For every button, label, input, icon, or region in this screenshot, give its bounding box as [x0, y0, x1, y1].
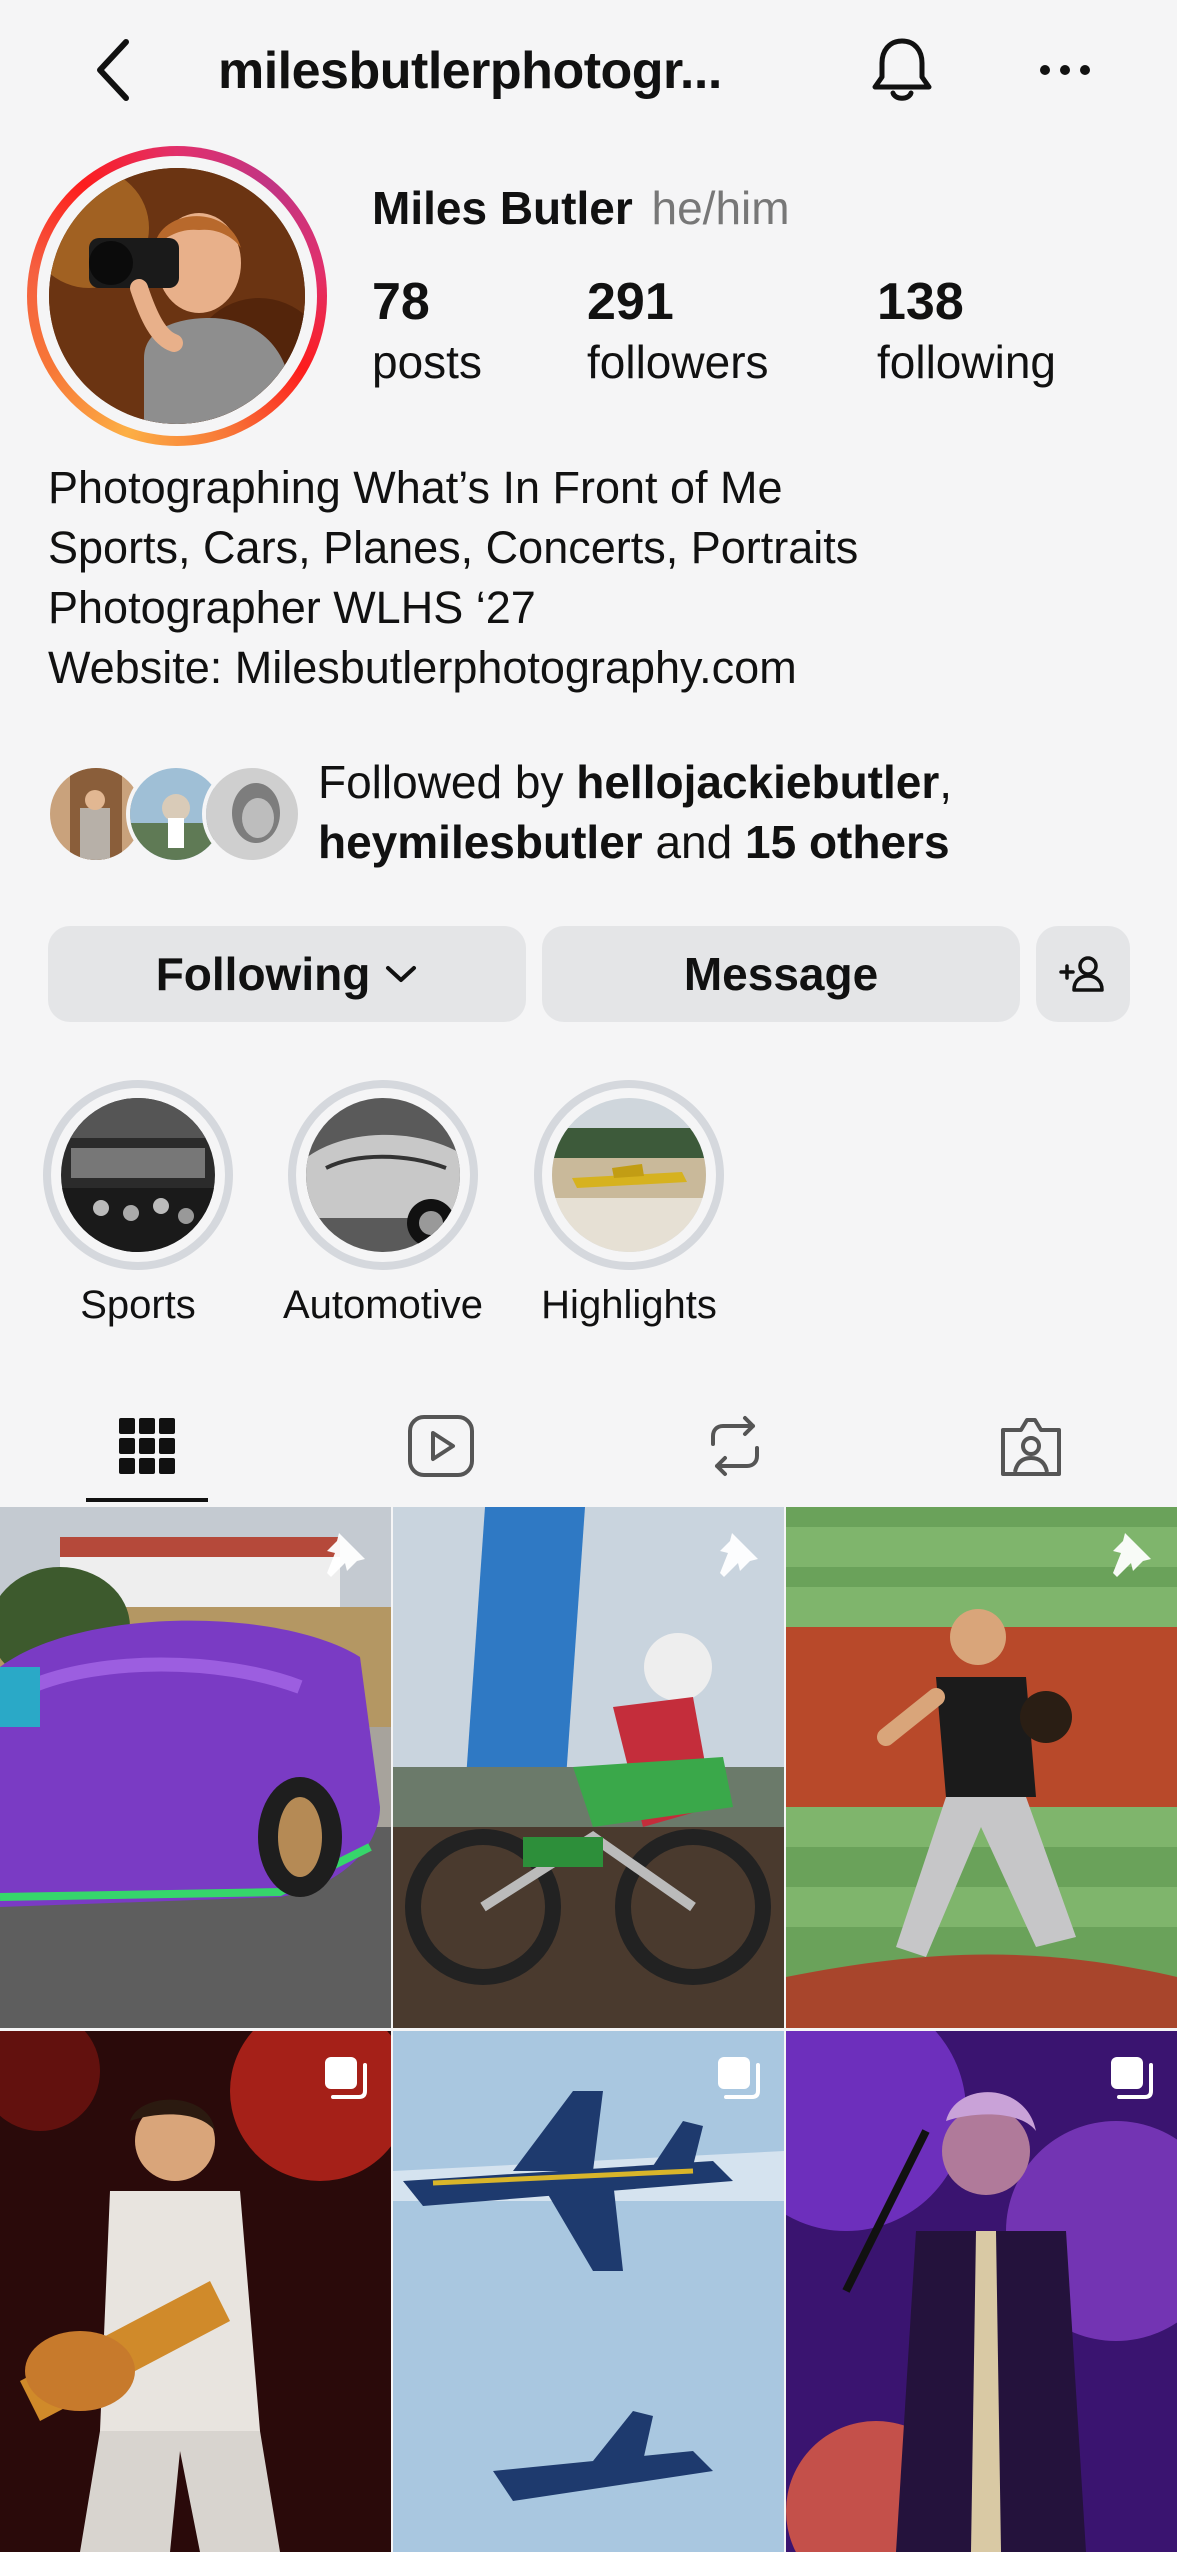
bell-icon [872, 38, 932, 101]
highlight-cover [552, 1098, 706, 1252]
stat-label: following [877, 336, 1056, 388]
chevron-down-icon [386, 966, 417, 982]
highlight-label: Sports [80, 1283, 196, 1327]
grid-post-3[interactable] [786, 1507, 1177, 2028]
active-tab-indicator [86, 1498, 208, 1502]
bio-website-link[interactable]: Website: Milesbutlerphotography.com [48, 638, 858, 698]
message-label: Message [683, 948, 879, 1000]
profile-name-row: Miles Butler he/him [372, 180, 790, 236]
stat-label: posts [372, 336, 482, 388]
followed-by-text[interactable]: Followed by hellojackiebutler, heymilesb… [318, 752, 952, 872]
pin-icon [720, 1533, 758, 1577]
more-horizontal-icon [1040, 65, 1090, 75]
followed-others: 15 others [745, 816, 950, 868]
profile-name: Miles Butler [372, 182, 633, 234]
stat-value: 138 [877, 273, 964, 331]
post-image [786, 1507, 1177, 2028]
stat-value: 78 [372, 273, 430, 331]
followed-user-2: heymilesbutler [318, 816, 643, 868]
highlight-cover [61, 1098, 215, 1252]
post-image [0, 2031, 391, 2552]
tab-grid[interactable] [74, 1396, 220, 1496]
following-button[interactable]: Following [48, 926, 526, 1022]
grid-post-4[interactable] [0, 2031, 391, 2552]
stat-posts[interactable]: 78 posts [372, 270, 482, 390]
tab-reels[interactable] [368, 1396, 514, 1496]
bio-line: Sports, Cars, Planes, Concerts, Portrait… [48, 522, 859, 573]
more-options-button[interactable] [1028, 40, 1102, 100]
multiple-icon [718, 2057, 760, 2099]
post-image [393, 2031, 784, 2552]
mutual-avatar-3 [202, 764, 302, 864]
stat-following[interactable]: 138 following [877, 270, 1056, 390]
highlight-cover [306, 1098, 460, 1252]
tagged-person-icon [1001, 1418, 1061, 1476]
stat-label: followers [587, 336, 769, 388]
post-image [786, 2031, 1177, 2552]
highlight-automotive[interactable] [288, 1080, 478, 1270]
profile-pronouns: he/him [651, 182, 790, 234]
message-button[interactable]: Message [542, 926, 1020, 1022]
highlight-label: Automotive [282, 1283, 484, 1327]
followed-middle: and [642, 816, 745, 868]
grid-post-5[interactable] [393, 2031, 784, 2552]
profile-avatar[interactable] [27, 146, 327, 446]
post-image [0, 1507, 391, 2028]
followed-comma: , [939, 756, 953, 808]
grid-post-2[interactable] [393, 1507, 784, 2028]
suggested-people-button[interactable] [1036, 926, 1130, 1022]
notifications-button[interactable] [862, 30, 942, 110]
pin-icon [327, 1533, 365, 1577]
post-image [393, 1507, 784, 2028]
back-button[interactable] [78, 34, 150, 106]
highlight-sports[interactable] [43, 1080, 233, 1270]
tab-tagged[interactable] [958, 1396, 1104, 1496]
avatar-photo [49, 168, 305, 424]
profile-bio: Photographing What’s In Front of Me Spor… [48, 458, 858, 698]
multiple-icon [1111, 2057, 1153, 2099]
followed-user-1: hellojackiebutler [576, 756, 940, 808]
grid-post-1[interactable] [0, 1507, 391, 2028]
reels-icon [408, 1415, 474, 1477]
stat-followers[interactable]: 291 followers [587, 270, 769, 390]
grid-post-6[interactable] [786, 2031, 1177, 2552]
tab-reposts[interactable] [662, 1396, 808, 1496]
pin-icon [1113, 1533, 1151, 1577]
header-username: milesbutlerphotogr... [218, 42, 722, 100]
repost-icon [711, 1416, 759, 1476]
following-label: Following [155, 948, 371, 1000]
followed-prefix: Followed by [318, 756, 577, 808]
bio-line: Photographer WLHS ‘27 [48, 582, 536, 633]
grid-icon [119, 1418, 175, 1474]
highlight-label: Highlights [541, 1283, 717, 1327]
add-person-icon [1059, 956, 1104, 992]
highlight-highlights[interactable] [534, 1080, 724, 1270]
chevron-left-icon [97, 39, 129, 101]
bio-line: Photographing What’s In Front of Me [48, 462, 783, 513]
stat-value: 291 [587, 273, 674, 331]
multiple-icon [325, 2057, 367, 2099]
